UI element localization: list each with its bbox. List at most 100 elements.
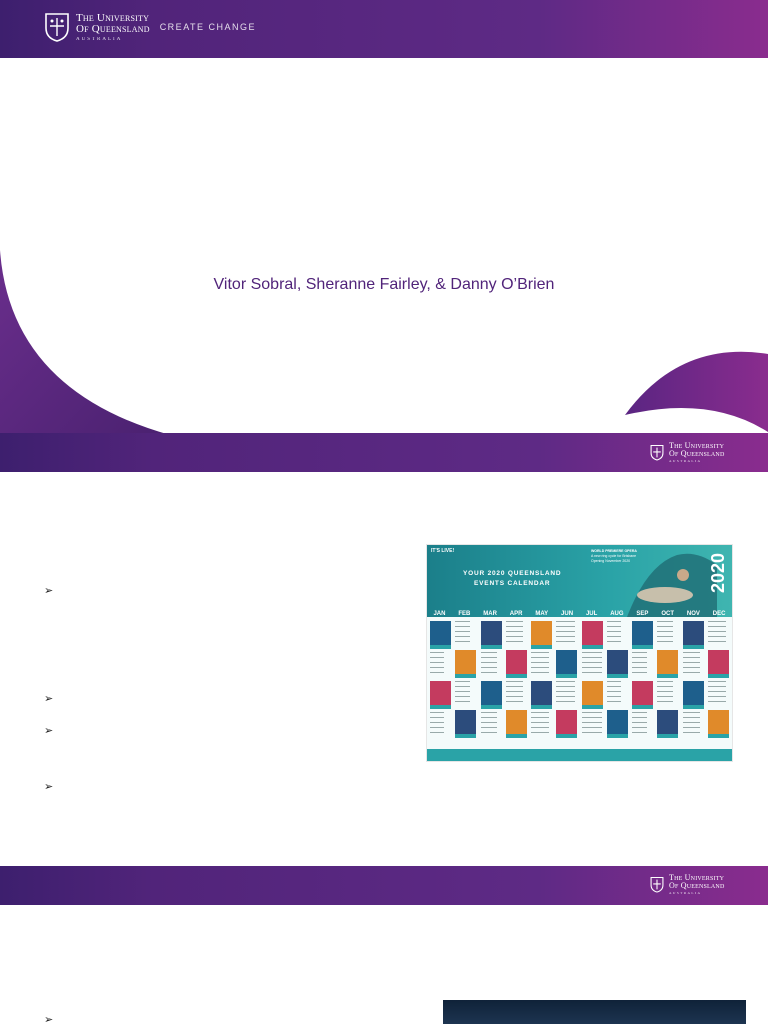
event-caption-bar	[556, 734, 578, 738]
event-text-line	[707, 681, 726, 682]
poster-title-line2: EVENTS CALENDAR	[474, 579, 551, 587]
event-text-line	[505, 621, 523, 622]
event-text-line	[556, 621, 576, 622]
event-text-line	[556, 701, 576, 702]
event-text-line	[480, 657, 497, 658]
event-text-line	[480, 722, 497, 723]
month-column	[555, 619, 578, 747]
event-text-line	[606, 691, 621, 692]
uq-crest-icon	[650, 877, 664, 893]
event-text-line	[707, 701, 726, 702]
month-label: JAN	[433, 611, 446, 617]
event-caption-bar	[430, 705, 451, 709]
event-text-line	[606, 686, 621, 687]
event-text-line	[480, 727, 497, 728]
event-text-line	[682, 657, 700, 658]
event-text-line	[531, 672, 550, 673]
event-text-line	[632, 722, 648, 723]
event-text-line	[531, 712, 550, 713]
event-text-line	[606, 701, 621, 702]
event-thumbnail	[480, 681, 502, 705]
month-label: JUL	[585, 611, 598, 617]
event-thumbnail	[430, 621, 451, 645]
month-column	[656, 619, 679, 747]
event-text-line	[531, 722, 550, 723]
event-text-line	[632, 732, 648, 733]
event-text-line	[581, 732, 602, 733]
event-text-line	[606, 641, 621, 642]
month-label: JUN	[561, 611, 574, 617]
title-slide: The University Of Queensland AUSTRALIA C…	[0, 0, 768, 472]
uq-crest-icon	[45, 13, 69, 42]
event-text-line	[606, 681, 621, 682]
event-caption-bar	[556, 674, 578, 678]
event-text-line	[707, 641, 726, 642]
event-text-line	[505, 701, 523, 702]
month-label: DEC	[712, 611, 726, 617]
poster-opera: WORLD PREMIERE OPERA A new ring cycle fo…	[591, 549, 637, 564]
event-caption-bar	[707, 674, 729, 678]
event-caption-bar	[480, 645, 502, 649]
event-text-line	[531, 652, 550, 653]
event-text-line	[657, 631, 674, 632]
bullet-1: ➢	[44, 585, 54, 597]
logo-line2: Of Queensland	[669, 881, 725, 890]
event-text-line	[505, 641, 523, 642]
event-caption-bar	[480, 705, 502, 709]
month-label: MAY	[535, 611, 549, 617]
event-text-line	[455, 701, 471, 702]
month-column	[682, 619, 705, 747]
event-text-line	[707, 636, 726, 637]
event-caption-bar	[531, 645, 553, 649]
event-text-line	[531, 657, 550, 658]
event-text-line	[480, 717, 497, 718]
event-thumbnail	[682, 621, 704, 645]
month-column	[631, 619, 654, 747]
event-text-line	[707, 631, 726, 632]
event-text-line	[430, 732, 444, 733]
event-text-line	[556, 686, 576, 687]
event-text-line	[430, 712, 444, 713]
event-thumbnail	[682, 681, 704, 705]
logo-line2: Of Queensland	[76, 22, 150, 35]
events-calendar-poster: IT'S LIVE! YOUR 2020 QUEENSLAND EVENTS C…	[426, 544, 733, 762]
logo-line1: The University	[76, 11, 150, 24]
month-column	[707, 619, 730, 747]
event-text-line	[682, 717, 700, 718]
uq-logo-small-slide3: The University Of Queensland AUSTRALIA	[650, 874, 725, 896]
month-column	[530, 619, 553, 747]
bullet-2: ➢	[44, 693, 54, 705]
slide3-bullet-1: ➢	[44, 1014, 54, 1026]
event-text-line	[505, 686, 523, 687]
event-text-line	[455, 626, 471, 627]
event-text-line	[505, 691, 523, 692]
event-thumbnail	[632, 681, 654, 705]
event-thumbnail	[556, 650, 578, 674]
event-text-line	[531, 667, 550, 668]
event-text-line	[455, 641, 471, 642]
event-text-line	[505, 636, 523, 637]
event-thumbnail	[707, 710, 729, 734]
event-text-line	[581, 667, 602, 668]
event-text-line	[657, 681, 674, 682]
bullet-3: ➢	[44, 725, 54, 737]
event-text-line	[480, 667, 497, 668]
event-text-line	[682, 712, 700, 713]
event-text-line	[682, 662, 700, 663]
event-text-line	[707, 691, 726, 692]
event-text-line	[682, 732, 700, 733]
event-text-line	[430, 717, 444, 718]
event-text-line	[480, 662, 497, 663]
month-label: APR	[509, 611, 523, 617]
month-label: OCT	[661, 611, 674, 617]
event-thumbnail	[505, 710, 527, 734]
event-text-line	[531, 662, 550, 663]
event-text-line	[707, 621, 726, 622]
event-caption-bar	[682, 705, 704, 709]
event-text-line	[455, 696, 471, 697]
event-caption-bar	[606, 674, 628, 678]
event-text-line	[581, 727, 602, 728]
event-text-line	[657, 621, 674, 622]
uq-logo-small-slide2: The University Of Queensland AUSTRALIA	[650, 442, 725, 464]
event-text-line	[480, 732, 497, 733]
